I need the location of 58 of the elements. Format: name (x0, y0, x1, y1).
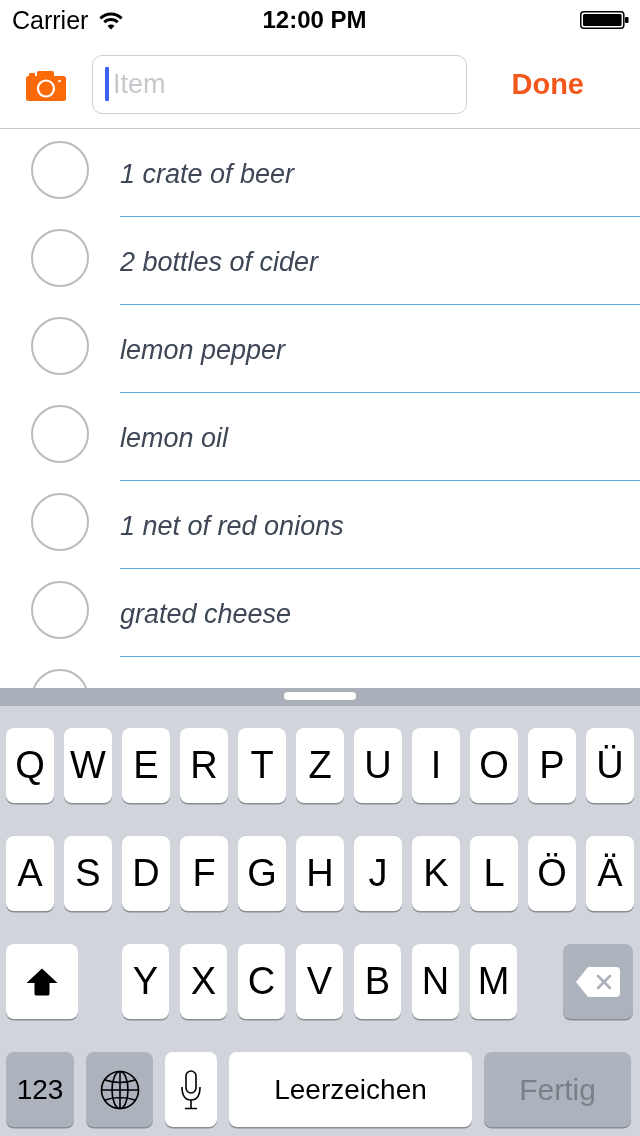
camera-icon[interactable] (26, 70, 66, 101)
carrier-name: Carrier (12, 5, 89, 35)
letter-key[interactable]: P (528, 728, 576, 803)
wifi-icon (98, 10, 125, 30)
letter-key[interactable]: N (412, 944, 459, 1019)
battery-icon (580, 11, 629, 29)
numbers-key[interactable]: 123 (6, 1052, 74, 1127)
letter-key[interactable]: M (470, 944, 517, 1019)
shift-key[interactable] (6, 944, 78, 1019)
checkbox-circle[interactable] (31, 405, 89, 463)
globe-key[interactable] (86, 1052, 153, 1127)
letter-key[interactable]: H (296, 836, 344, 911)
letter-key[interactable]: E (122, 728, 170, 803)
checkbox-circle[interactable] (31, 581, 89, 639)
checkbox-circle[interactable] (31, 141, 89, 199)
letter-key[interactable]: J (354, 836, 402, 911)
letter-key[interactable]: G (238, 836, 286, 911)
letter-key[interactable]: D (122, 836, 170, 911)
checkbox-circle[interactable] (31, 317, 89, 375)
letter-key[interactable]: Y (122, 944, 169, 1019)
letter-key[interactable]: Ü (586, 728, 634, 803)
letter-key[interactable]: Ä (586, 836, 634, 911)
letter-key[interactable]: L (470, 836, 518, 911)
dictation-key[interactable] (165, 1052, 217, 1127)
letter-key[interactable]: X (180, 944, 227, 1019)
letter-key[interactable]: W (64, 728, 112, 803)
letter-key[interactable]: Q (6, 728, 54, 803)
item-text: 2 bottles of cider (120, 245, 319, 279)
microphone-icon (180, 1069, 202, 1110)
space-key[interactable]: Leerzeichen (229, 1052, 472, 1127)
shift-arrow-icon (25, 966, 59, 997)
letter-key[interactable]: Ö (528, 836, 576, 911)
checkbox-circle[interactable] (31, 493, 89, 551)
letter-key[interactable]: U (354, 728, 402, 803)
item-text: lemon pepper (120, 333, 286, 367)
letter-key[interactable]: C (238, 944, 285, 1019)
item-text: 1 net of red onions (120, 509, 344, 543)
letter-key[interactable]: Z (296, 728, 344, 803)
letter-key[interactable]: A (6, 836, 54, 911)
letter-key[interactable]: I (412, 728, 460, 803)
backspace-icon (576, 966, 620, 997)
letter-key[interactable]: R (180, 728, 228, 803)
letter-key[interactable]: T (238, 728, 286, 803)
letter-key[interactable]: F (180, 836, 228, 911)
delete-key[interactable] (563, 944, 633, 1019)
letter-key[interactable]: B (354, 944, 401, 1019)
item-input-field[interactable]: Item (92, 54, 467, 114)
item-text: grated cheese (120, 597, 292, 631)
checkbox-circle[interactable] (31, 229, 89, 287)
item-text: lemon oil (120, 421, 229, 455)
letter-key[interactable]: S (64, 836, 112, 911)
globe-icon (99, 1069, 140, 1110)
letter-key[interactable]: O (470, 728, 518, 803)
status-time: 12:00 PM (262, 5, 367, 35)
drag-handle[interactable] (284, 692, 356, 700)
letter-key[interactable]: K (412, 836, 460, 911)
item-text: 1 crate of beer (120, 157, 295, 191)
letter-key[interactable]: V (296, 944, 343, 1019)
